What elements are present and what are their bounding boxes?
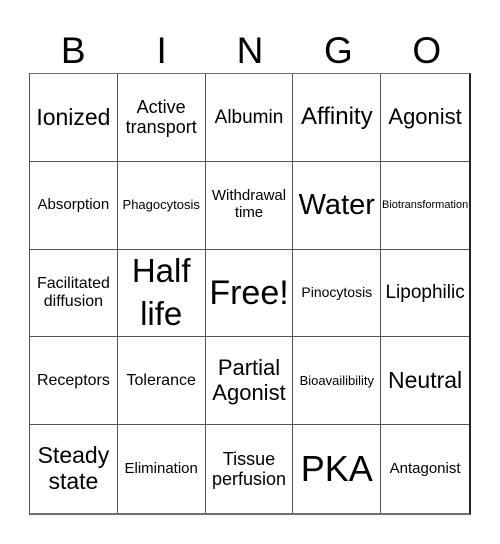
bingo-cell[interactable]: Pinocytosis (293, 249, 382, 338)
bingo-cell[interactable]: Bioavailibility (293, 337, 382, 426)
cell-label: PKA (300, 447, 373, 489)
cell-label: Tolerance (126, 371, 196, 389)
cell-label: Neutral (388, 366, 463, 393)
bingo-cell[interactable]: Active transport (117, 74, 206, 162)
bingo-cell[interactable]: PKA (293, 425, 382, 513)
bingo-cell[interactable]: Agonist (381, 74, 469, 162)
cell-label: Agonist (388, 104, 462, 130)
bingo-cell[interactable]: Half life (117, 249, 206, 338)
header-letter-g: G (324, 30, 353, 71)
cell-label: Facilitated diffusion (36, 275, 110, 310)
bingo-cell[interactable]: Partial Agonist (205, 337, 294, 426)
bingo-cell[interactable]: Affinity (293, 74, 382, 162)
cell-label: Pinocytosis (301, 284, 373, 301)
header-letter-n: N (236, 30, 264, 71)
bingo-cell[interactable]: Ionized (30, 74, 118, 162)
cell-label: Lipophilic (385, 282, 465, 304)
cell-label: Tissue perfusion (211, 448, 287, 490)
bingo-cell[interactable]: Phagocytosis (117, 161, 206, 250)
bingo-cell[interactable]: Facilitated diffusion (30, 249, 118, 338)
cell-label: Antagonist (389, 459, 461, 477)
bingo-cell[interactable]: Elimination (118, 425, 206, 513)
bingo-cell[interactable]: Lipophilic (381, 250, 469, 338)
cell-label: Affinity (300, 102, 373, 130)
bingo-cell[interactable]: Antagonist (381, 425, 469, 513)
cell-label: Absorption (37, 195, 110, 213)
cell-label: Withdrawal time (211, 187, 287, 222)
header-letter-i: I (156, 30, 167, 71)
cell-label: Phagocytosis (122, 196, 200, 212)
cell-label: Receptors (36, 371, 110, 389)
bingo-header: B I N G O (29, 28, 471, 73)
cell-label: Biotransformation (381, 199, 469, 212)
bingo-cell[interactable]: Biotransformation (381, 162, 469, 250)
cell-label: Partial Agonist (212, 355, 286, 405)
cell-label: Albumin (214, 106, 284, 128)
header-letter-o: O (412, 30, 442, 71)
bingo-grid: Ionized Active transport Albumin Affinit… (29, 73, 471, 515)
free-space-label: Free! (209, 273, 289, 312)
bingo-cell[interactable]: Receptors (30, 337, 118, 426)
bingo-cell[interactable]: Withdrawal time (205, 161, 294, 250)
cell-label: Elimination (124, 459, 198, 477)
bingo-cell[interactable]: Albumin (205, 74, 294, 162)
bingo-cell[interactable]: Water (293, 161, 382, 250)
free-space-cell[interactable]: Free! (205, 249, 294, 338)
bingo-cell[interactable]: Absorption (30, 161, 118, 250)
cell-label: Steady state (37, 442, 110, 495)
cell-label: Ionized (36, 103, 111, 130)
cell-label: Bioavailibility (299, 372, 374, 388)
cell-label: Half life (131, 252, 191, 332)
bingo-cell[interactable]: Neutral (381, 337, 469, 426)
bingo-cell[interactable]: Tissue perfusion (206, 425, 294, 513)
cell-label: Active transport (125, 97, 197, 138)
header-letter-b: B (60, 30, 86, 71)
bingo-cell[interactable]: Tolerance (117, 337, 206, 426)
bingo-cell[interactable]: Steady state (30, 425, 118, 513)
cell-label: Water (298, 188, 375, 221)
